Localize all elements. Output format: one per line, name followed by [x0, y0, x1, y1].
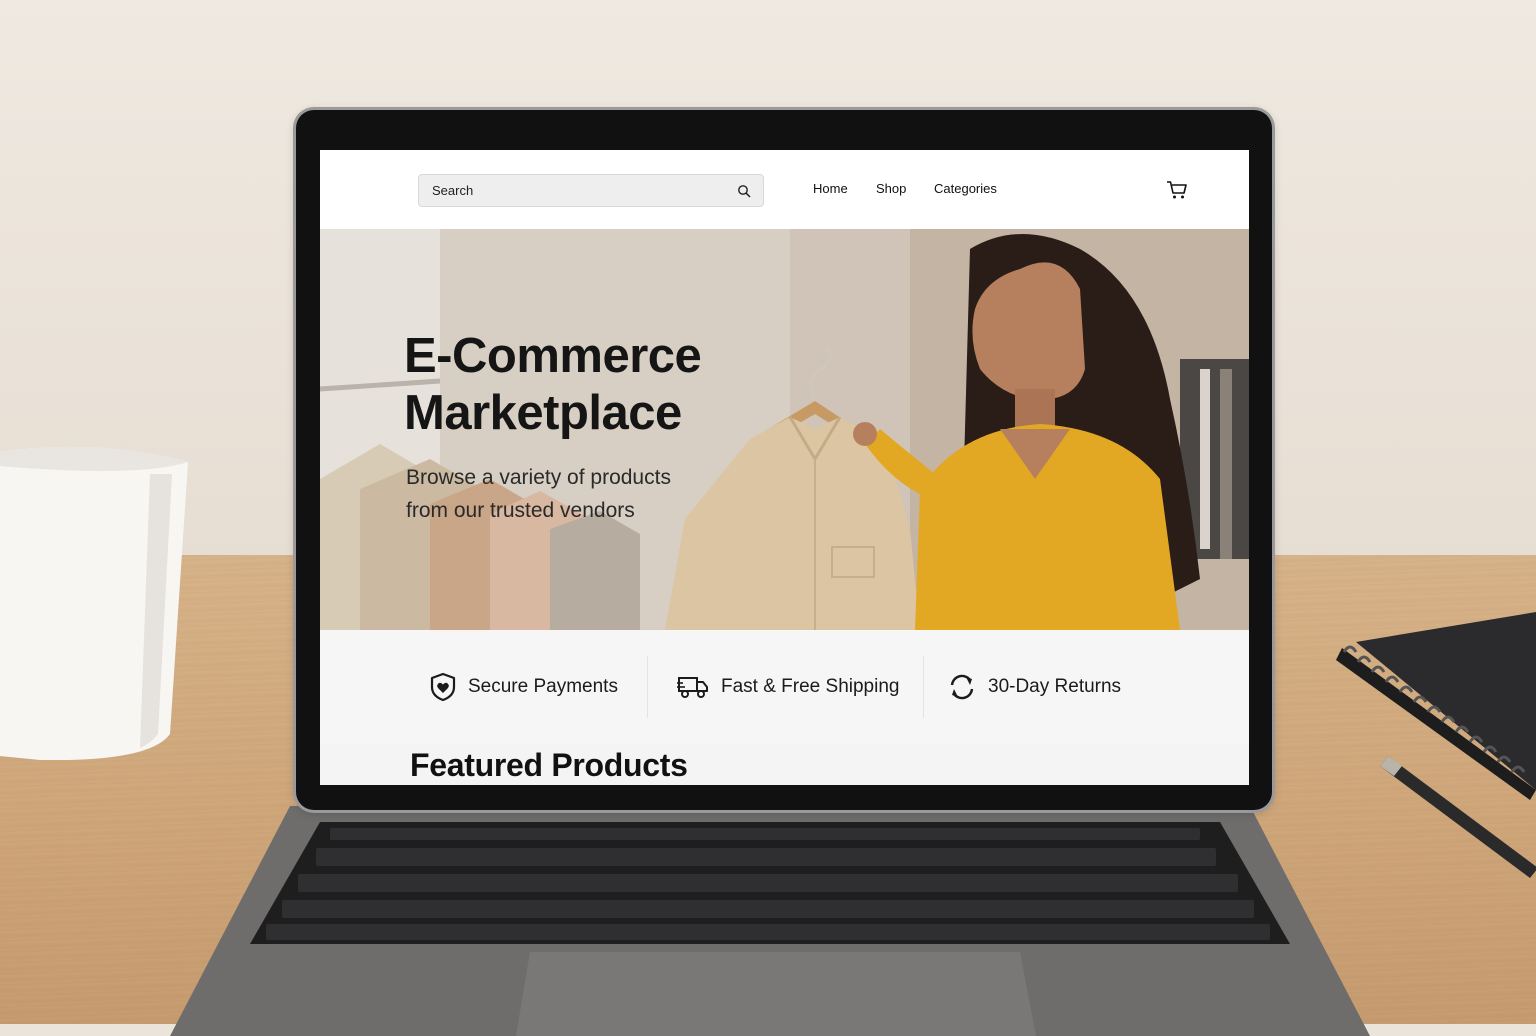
- nav-link-home[interactable]: Home: [813, 181, 848, 196]
- browser-viewport: Home Shop Categories: [320, 150, 1249, 785]
- feature-fast-free-shipping: Fast & Free Shipping: [677, 671, 899, 703]
- feature-returns: 30-Day Returns: [948, 671, 1121, 703]
- feature-label-returns: 30-Day Returns: [988, 676, 1122, 697]
- cart-icon[interactable]: [1166, 180, 1188, 200]
- featured-products-heading: Featured Products: [410, 747, 688, 783]
- nav-link-shop[interactable]: Shop: [876, 181, 906, 196]
- hero-title-line-1: E-Commerce: [404, 329, 702, 383]
- hero-subtitle: Browse a variety of products from our tr…: [406, 461, 671, 527]
- nav-link-categories[interactable]: Categories: [934, 181, 997, 196]
- coffee-mug: [0, 446, 188, 760]
- feature-secure-payments: Secure Payments: [430, 671, 618, 703]
- feature-label-fast-free-shipping: Fast & Free Shipping: [721, 676, 900, 697]
- refresh-icon: [950, 674, 974, 700]
- laptop-keyboard-deck: [170, 806, 1370, 1036]
- hero-title: E-Commerce Marketplace: [404, 328, 702, 442]
- hero-title-line-2: Marketplace: [404, 386, 682, 440]
- feature-divider: [647, 656, 648, 718]
- feature-divider: [923, 656, 924, 718]
- shield-icon: [430, 672, 456, 702]
- features-strip: Secure Payments Fast & Free Shipping 30-: [320, 630, 1249, 744]
- top-navigation-bar: Home Shop Categories: [320, 150, 1249, 229]
- hero-subtitle-line-2: from our trusted vendors: [406, 499, 635, 522]
- search-icon[interactable]: [737, 184, 751, 198]
- hero-banner: E-Commerce Marketplace Browse a variety …: [320, 229, 1249, 630]
- search-input[interactable]: [419, 175, 732, 206]
- pen: [1380, 756, 1536, 878]
- hero-subtitle-line-1: Browse a variety of products: [406, 466, 671, 489]
- feature-label-secure-payments: Secure Payments: [468, 676, 618, 697]
- search-box[interactable]: [418, 174, 764, 207]
- truck-icon: [677, 677, 708, 698]
